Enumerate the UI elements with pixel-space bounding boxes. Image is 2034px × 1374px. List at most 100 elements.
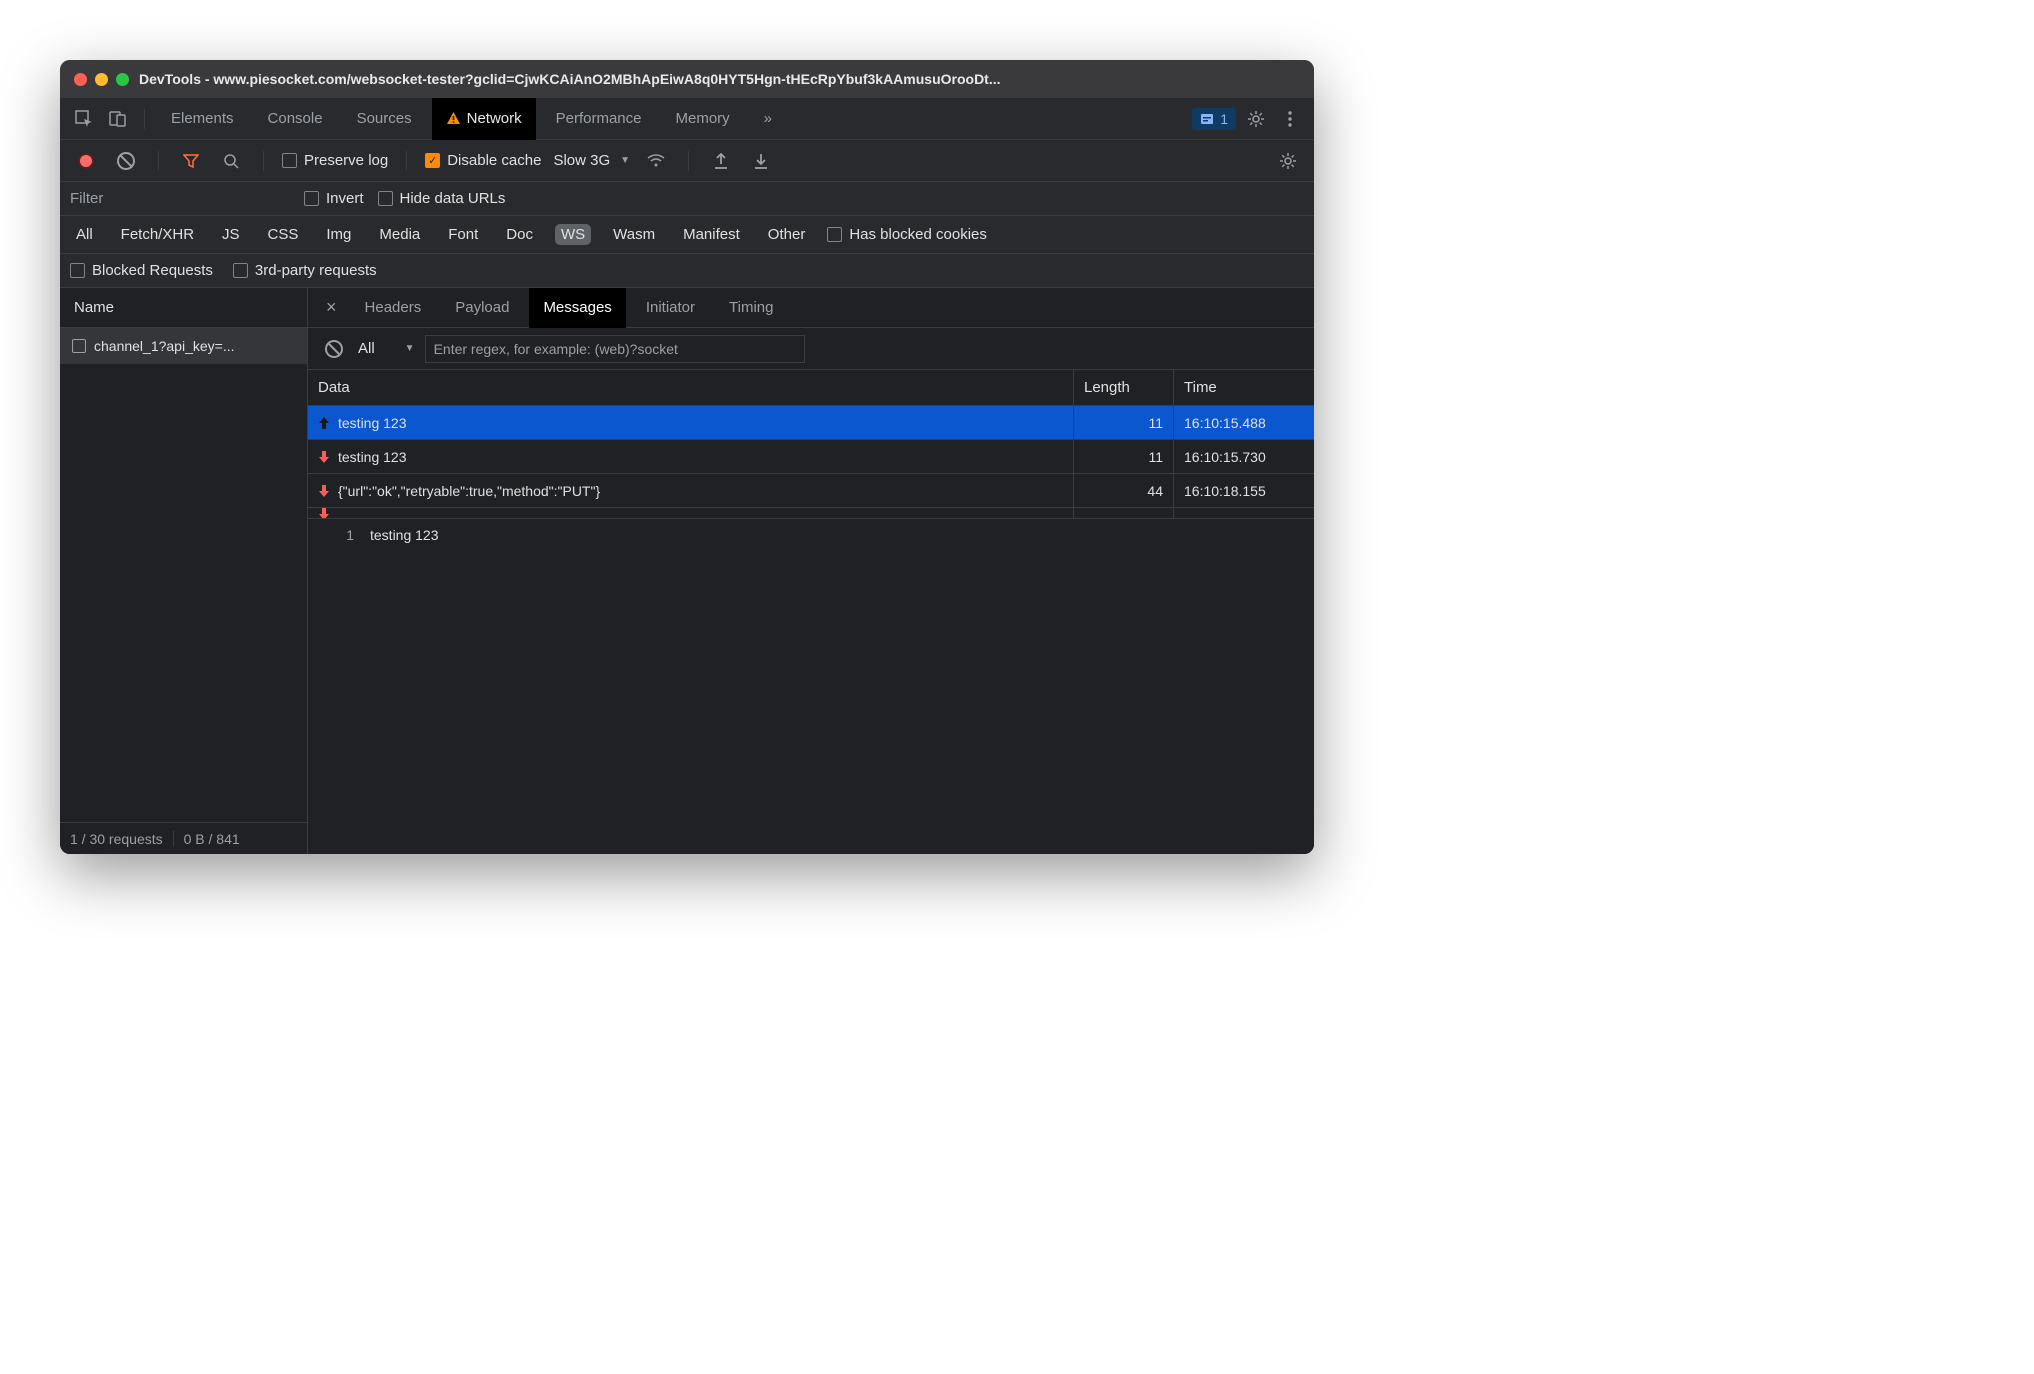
search-icon[interactable] <box>217 147 245 175</box>
type-fetchxhr[interactable]: Fetch/XHR <box>115 224 200 245</box>
message-row[interactable]: {"url":"ok","retryable":true,"method":"P… <box>308 474 1314 508</box>
filter-toggle-icon[interactable] <box>177 147 205 175</box>
tab-memory[interactable]: Memory <box>662 98 744 140</box>
type-manifest[interactable]: Manifest <box>677 224 746 245</box>
messages-type-select[interactable]: All ▼ <box>358 340 415 357</box>
type-wasm[interactable]: Wasm <box>607 224 661 245</box>
tabs-overflow[interactable]: » <box>750 98 786 140</box>
message-content-view: 1 testing 123 <box>308 519 1314 854</box>
status-bar: 1 / 30 requests 0 B / 841 <box>60 822 307 854</box>
throttle-select[interactable]: Slow 3G ▼ <box>553 152 630 169</box>
type-ws[interactable]: WS <box>555 224 591 245</box>
col-data[interactable]: Data <box>308 370 1074 405</box>
message-row[interactable]: testing 123 11 16:10:15.488 <box>308 406 1314 440</box>
requests-panel: Name channel_1?api_key=... 1 / 30 reques… <box>60 288 308 854</box>
type-img[interactable]: Img <box>320 224 357 245</box>
minimize-window-button[interactable] <box>95 73 108 86</box>
dtab-headers[interactable]: Headers <box>351 288 436 328</box>
maximize-window-button[interactable] <box>116 73 129 86</box>
settings-icon[interactable] <box>1242 105 1270 133</box>
dtab-initiator[interactable]: Initiator <box>632 288 709 328</box>
has-blocked-cookies-checkbox[interactable]: Has blocked cookies <box>827 226 987 243</box>
dtab-timing[interactable]: Timing <box>715 288 787 328</box>
arrow-down-icon <box>318 508 330 518</box>
network-toolbar: Preserve log ✓ Disable cache Slow 3G ▼ <box>60 140 1314 182</box>
preserve-log-checkbox[interactable]: Preserve log <box>282 152 388 169</box>
extra-filters: Blocked Requests 3rd-party requests <box>60 254 1314 288</box>
status-transfer: 0 B / 841 <box>184 831 240 847</box>
name-header: Name <box>60 288 307 328</box>
websocket-icon <box>72 339 86 353</box>
inspect-element-icon[interactable] <box>70 105 98 133</box>
tab-sources[interactable]: Sources <box>343 98 426 140</box>
type-js[interactable]: JS <box>216 224 246 245</box>
window-title: DevTools - www.piesocket.com/websocket-t… <box>139 71 1300 87</box>
dtab-payload[interactable]: Payload <box>441 288 523 328</box>
clear-button[interactable] <box>112 147 140 175</box>
request-list: channel_1?api_key=... <box>60 328 307 822</box>
divider <box>144 109 145 129</box>
type-other[interactable]: Other <box>762 224 812 245</box>
message-row[interactable]: testing 123 11 16:10:15.730 <box>308 440 1314 474</box>
divider <box>688 151 689 171</box>
divider <box>158 151 159 171</box>
more-icon[interactable] <box>1276 105 1304 133</box>
tab-performance[interactable]: Performance <box>542 98 656 140</box>
tab-elements[interactable]: Elements <box>157 98 248 140</box>
invert-checkbox[interactable]: Invert <box>304 190 364 207</box>
filter-row: Invert Hide data URLs <box>60 182 1314 216</box>
arrow-up-icon <box>318 417 330 429</box>
detail-pane: × Headers Payload Messages Initiator Tim… <box>308 288 1314 854</box>
main-tabs: Elements Console Sources Network Perform… <box>60 98 1314 140</box>
warning-icon <box>446 111 461 126</box>
tab-network[interactable]: Network <box>432 98 536 140</box>
hide-data-urls-checkbox[interactable]: Hide data URLs <box>378 190 506 207</box>
divider <box>263 151 264 171</box>
issues-icon <box>1200 112 1214 126</box>
device-toggle-icon[interactable] <box>104 105 132 133</box>
chevron-down-icon: ▼ <box>620 155 630 166</box>
messages-table-header: Data Length Time <box>308 370 1314 406</box>
messages-regex-input[interactable] <box>425 335 805 363</box>
type-css[interactable]: CSS <box>262 224 305 245</box>
type-font[interactable]: Font <box>442 224 484 245</box>
disable-cache-checkbox[interactable]: ✓ Disable cache <box>425 152 541 169</box>
network-settings-icon[interactable] <box>1274 147 1302 175</box>
filter-input[interactable] <box>70 190 290 207</box>
col-length[interactable]: Length <box>1074 370 1174 405</box>
download-har-icon[interactable] <box>747 147 775 175</box>
type-media[interactable]: Media <box>373 224 426 245</box>
titlebar: DevTools - www.piesocket.com/websocket-t… <box>60 60 1314 98</box>
messages-table: Data Length Time testing 123 11 16:10:15… <box>308 370 1314 519</box>
col-time[interactable]: Time <box>1174 370 1314 405</box>
upload-har-icon[interactable] <box>707 147 735 175</box>
detail-tabs: × Headers Payload Messages Initiator Tim… <box>308 288 1314 328</box>
divider <box>406 151 407 171</box>
type-doc[interactable]: Doc <box>500 224 539 245</box>
messages-table-body: testing 123 11 16:10:15.488 testing 123 … <box>308 406 1314 518</box>
issues-badge[interactable]: 1 <box>1192 108 1236 130</box>
messages-filter-row: All ▼ <box>308 328 1314 370</box>
chevron-down-icon: ▼ <box>405 343 415 354</box>
arrow-down-icon <box>318 451 330 463</box>
status-requests: 1 / 30 requests <box>70 831 163 847</box>
close-detail-button[interactable]: × <box>318 297 345 318</box>
third-party-checkbox[interactable]: 3rd-party requests <box>233 262 377 279</box>
type-all[interactable]: All <box>70 224 99 245</box>
request-item[interactable]: channel_1?api_key=... <box>60 328 307 364</box>
clear-messages-button[interactable] <box>320 335 348 363</box>
line-number: 1 <box>308 519 364 854</box>
message-content-text: testing 123 <box>364 519 439 854</box>
record-button[interactable] <box>72 147 100 175</box>
dtab-messages[interactable]: Messages <box>529 288 625 328</box>
message-row-partial[interactable] <box>308 508 1314 518</box>
traffic-lights <box>74 73 129 86</box>
close-window-button[interactable] <box>74 73 87 86</box>
blocked-requests-checkbox[interactable]: Blocked Requests <box>70 262 213 279</box>
main-area: Name channel_1?api_key=... 1 / 30 reques… <box>60 288 1314 854</box>
tab-console[interactable]: Console <box>254 98 337 140</box>
devtools-window: DevTools - www.piesocket.com/websocket-t… <box>60 60 1314 854</box>
wifi-icon[interactable] <box>642 147 670 175</box>
arrow-down-icon <box>318 485 330 497</box>
resource-types: All Fetch/XHR JS CSS Img Media Font Doc … <box>60 216 1314 254</box>
